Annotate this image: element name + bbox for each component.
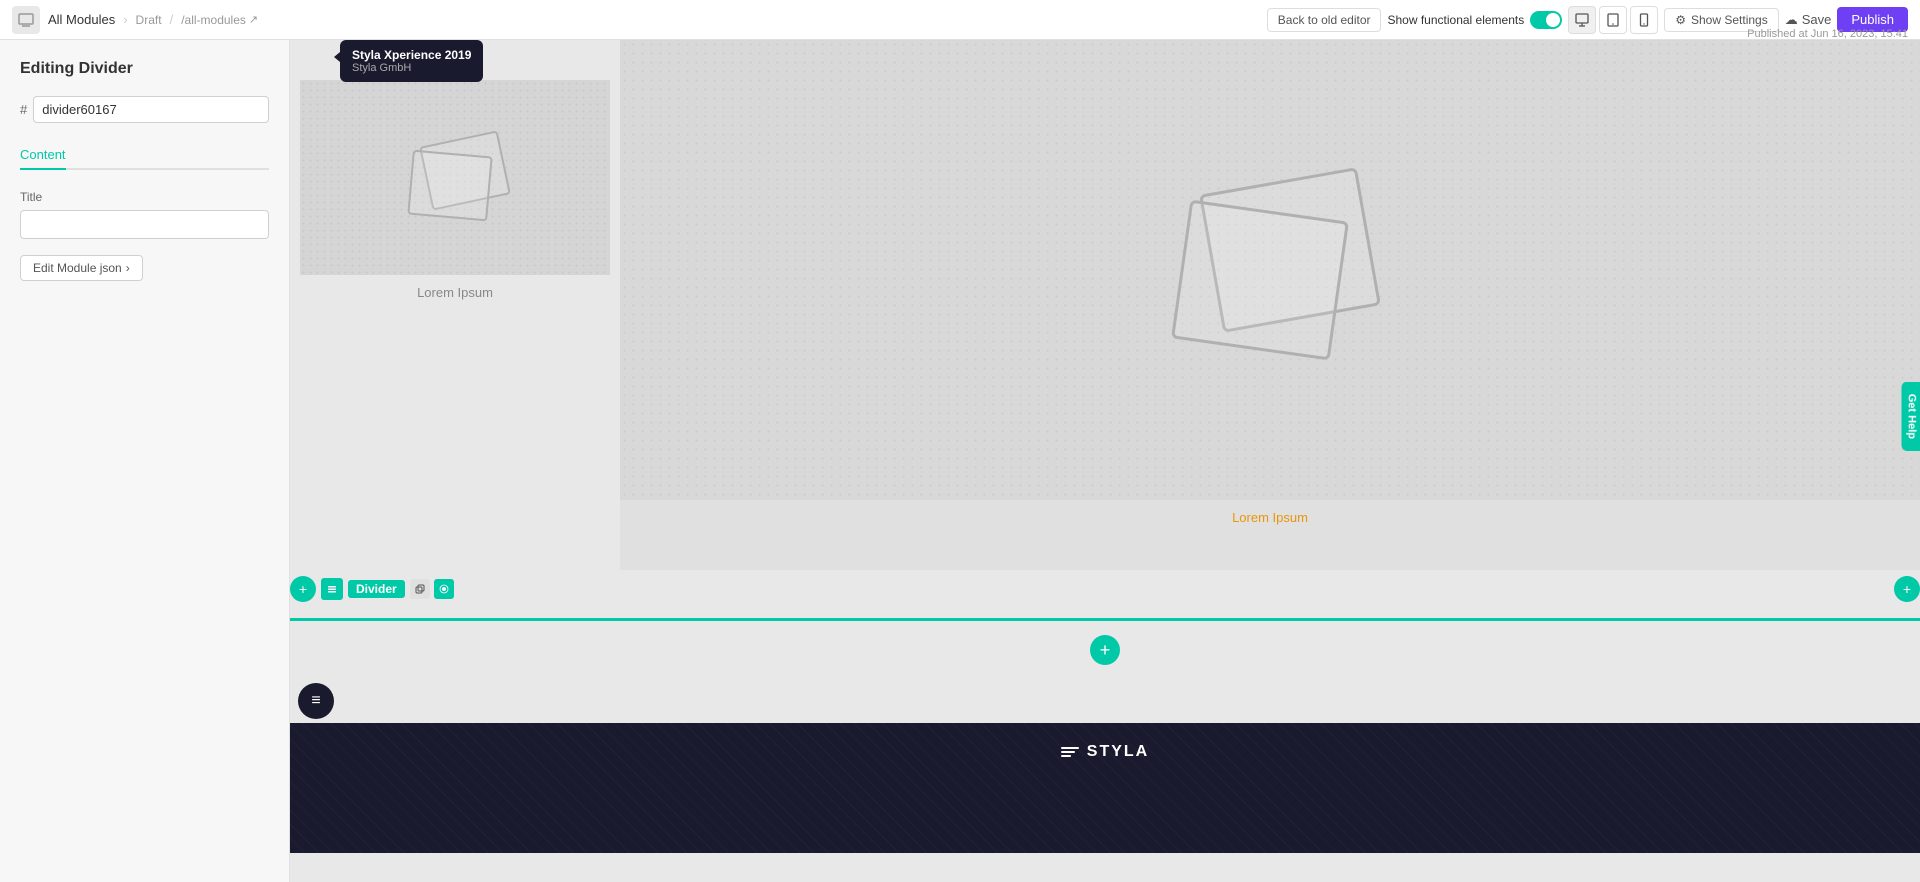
left-image-placeholder	[300, 80, 610, 275]
desktop-icon	[1575, 13, 1589, 27]
mobile-view-button[interactable]	[1630, 6, 1658, 34]
two-column-section: Lorem Ipsum Lorem Ipsum	[290, 40, 1920, 570]
show-functional-elements-toggle-area: Show functional elements	[1387, 11, 1562, 29]
settings-gear-icon: ⚙	[1675, 13, 1686, 27]
card-front-right	[1171, 200, 1349, 361]
draft-status: Draft	[136, 13, 162, 27]
id-input-field[interactable]	[33, 96, 269, 123]
save-cloud-icon: ☁	[1785, 12, 1798, 28]
left-caption: Lorem Ipsum	[290, 285, 620, 300]
save-button[interactable]: ☁ Save	[1785, 12, 1832, 28]
divider-controls	[410, 579, 454, 599]
edit-module-json-button[interactable]: Edit Module json ›	[20, 255, 143, 281]
footer-logo-icon	[1061, 747, 1079, 757]
divider-copy-button[interactable]	[410, 579, 430, 599]
right-cards-illustration	[1150, 170, 1390, 370]
styla-company-sub: Styla GmbH	[352, 62, 471, 74]
card-front-left	[407, 149, 492, 221]
modules-breadcrumb[interactable]: All Modules	[48, 12, 115, 27]
styla-badge-avatar[interactable]: ≡	[298, 683, 334, 719]
app-logo-icon	[12, 6, 40, 34]
get-help-tab[interactable]: Get Help	[1901, 382, 1920, 451]
footer-logo: STYLA	[1061, 743, 1149, 761]
divider-active-button[interactable]	[434, 579, 454, 599]
settings-small-icon	[439, 584, 449, 594]
main-layout: Editing Divider # Content Title Edit Mod…	[0, 0, 1920, 882]
divider-toolbar: + Divider	[290, 576, 1920, 602]
canvas-area: Lorem Ipsum Lorem Ipsum	[290, 40, 1920, 882]
footer-logo-line-3	[1061, 755, 1071, 757]
drag-icon	[327, 584, 337, 594]
divider-toolbar-left: + Divider	[290, 576, 454, 602]
id-field-row: #	[20, 96, 269, 123]
divider-line	[290, 618, 1920, 621]
page-content: Lorem Ipsum Lorem Ipsum	[290, 40, 1920, 882]
id-hash-symbol: #	[20, 102, 27, 117]
breadcrumb-separator-2: /	[170, 12, 174, 27]
divider-label: Divider	[348, 580, 405, 598]
view-mode-icons	[1568, 6, 1658, 34]
divider-wrapper: + Divider	[290, 590, 1920, 621]
styla-badge-popup: Styla Xperience 2019 Styla GmbH	[340, 40, 483, 82]
add-module-button[interactable]: +	[1090, 635, 1120, 665]
footer-logo-line-2	[1061, 751, 1075, 753]
tablet-view-button[interactable]	[1599, 6, 1627, 34]
mobile-icon	[1637, 13, 1651, 27]
tablet-icon	[1606, 13, 1620, 27]
footer-logo-text: STYLA	[1087, 743, 1149, 761]
topbar: All Modules › Draft / /all-modules ↗ Bac…	[0, 0, 1920, 40]
external-link-icon: ↗	[249, 13, 258, 26]
right-caption-link[interactable]: Lorem Ipsum	[620, 500, 1920, 525]
title-text-input[interactable]	[20, 210, 269, 239]
styla-company-name: Styla Xperience 2019	[352, 48, 471, 62]
right-image-placeholder	[620, 40, 1920, 500]
breadcrumb-separator: ›	[123, 12, 127, 27]
divider-add-right-button[interactable]: +	[1894, 576, 1920, 602]
tab-content[interactable]: Content	[20, 141, 66, 170]
styla-badge-row: ≡ Styla Xperience 2019 Styla GmbH	[290, 679, 1920, 723]
footer-logo-line-1	[1061, 747, 1079, 749]
footer-section: STYLA	[290, 723, 1920, 853]
sidebar-title: Editing Divider	[20, 60, 269, 78]
add-module-area: +	[290, 629, 1920, 671]
published-date: Published at Jun 16, 2023, 15:41	[1747, 28, 1908, 40]
functional-elements-toggle[interactable]	[1530, 11, 1562, 29]
left-cards-illustration	[395, 133, 515, 223]
divider-drag-button[interactable]	[321, 578, 343, 600]
topbar-left: All Modules › Draft / /all-modules ↗	[12, 6, 258, 34]
right-column: Lorem Ipsum	[620, 40, 1920, 570]
breadcrumb-path-link[interactable]: /all-modules ↗	[181, 13, 258, 27]
divider-element-container: + Divider	[290, 570, 1920, 671]
copy-icon	[415, 584, 425, 594]
tab-bar: Content	[20, 141, 269, 170]
edit-json-arrow-icon: ›	[126, 261, 130, 275]
show-functional-elements-label: Show functional elements	[1387, 13, 1524, 27]
divider-add-left-button[interactable]: +	[290, 576, 316, 602]
sidebar: Editing Divider # Content Title Edit Mod…	[0, 40, 290, 882]
title-field-label: Title	[20, 190, 269, 204]
left-column: Lorem Ipsum	[290, 40, 620, 570]
styla-avatar-letter: ≡	[311, 692, 320, 710]
desktop-view-button[interactable]	[1568, 6, 1596, 34]
back-to-old-editor-button[interactable]: Back to old editor	[1267, 8, 1382, 32]
